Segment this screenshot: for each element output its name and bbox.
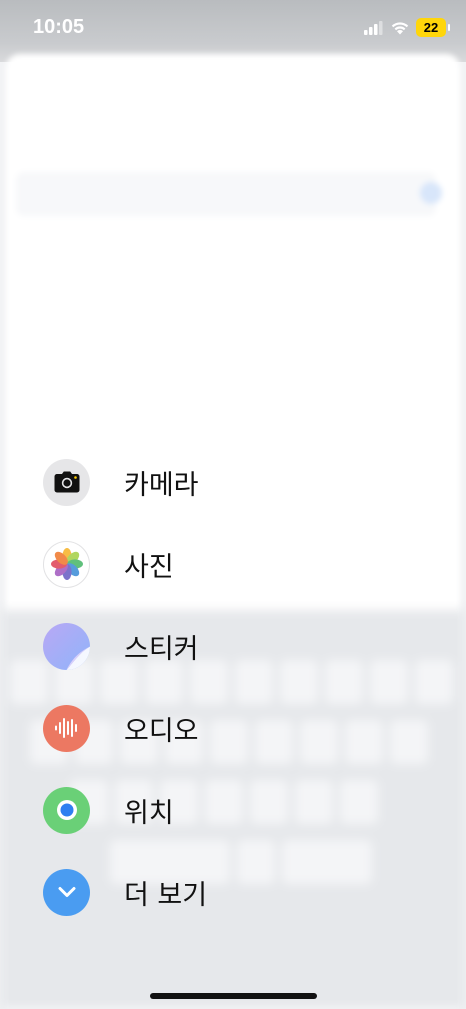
menu-item-location[interactable]: 위치 xyxy=(43,786,343,834)
menu-item-audio[interactable]: 오디오 xyxy=(43,704,343,752)
menu-item-more[interactable]: 더 보기 xyxy=(43,868,343,916)
status-time: 10:05 xyxy=(33,16,85,38)
wifi-icon xyxy=(391,22,409,35)
battery-level: 22 xyxy=(423,20,439,35)
home-indicator[interactable] xyxy=(150,993,317,999)
menu-item-camera[interactable]: 카메라 xyxy=(43,458,343,506)
location-icon xyxy=(43,786,90,834)
battery-icon: 22 xyxy=(416,18,450,37)
menu-item-label: 위치 xyxy=(124,797,174,829)
cellular-signal-icon xyxy=(364,20,383,35)
menu-item-sticker[interactable]: 스티커 xyxy=(43,622,343,670)
audio-waveform-icon xyxy=(43,704,90,752)
menu-item-label: 스티커 xyxy=(124,633,199,665)
menu-item-label: 사진 xyxy=(124,551,174,583)
status-bar: 10:05 22 xyxy=(0,0,466,62)
background-input xyxy=(16,172,436,216)
menu-item-label: 더 보기 xyxy=(124,879,208,911)
status-icons: 22 xyxy=(364,18,450,37)
camera-icon xyxy=(43,458,90,506)
menu-item-label: 카메라 xyxy=(124,469,199,501)
photos-icon xyxy=(43,540,90,588)
chevron-down-icon xyxy=(43,868,90,916)
background-send-icon xyxy=(420,182,442,204)
sticker-icon xyxy=(43,622,90,670)
menu-item-photos[interactable]: 사진 xyxy=(43,540,343,588)
menu-item-label: 오디오 xyxy=(124,715,199,747)
